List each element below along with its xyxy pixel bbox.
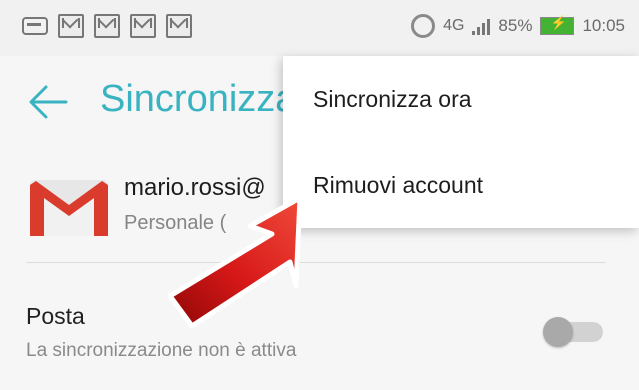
- toggle-thumb: [543, 317, 573, 347]
- gmail-notification-icon: [166, 14, 192, 38]
- menu-item-sync-now[interactable]: Sincronizza ora: [283, 56, 639, 142]
- annotation-arrow-icon: [167, 195, 303, 329]
- notification-icons: [22, 14, 192, 38]
- mail-sync-toggle[interactable]: [543, 314, 605, 348]
- voicemail-icon: [22, 17, 48, 35]
- network-type: 4G: [443, 17, 465, 34]
- page-title: Sincronizza: [100, 78, 297, 120]
- battery-percent: 85%: [498, 16, 533, 35]
- system-status: 4G 85% 10:05: [411, 14, 625, 38]
- gmail-notification-icon: [94, 14, 120, 38]
- back-arrow-icon[interactable]: [26, 82, 70, 122]
- overflow-menu: Sincronizza ora Rimuovi account: [283, 56, 639, 228]
- battery-icon: [540, 15, 575, 35]
- clock: 10:05: [582, 16, 625, 35]
- status-bar: 4G 85% 10:05: [0, 0, 639, 56]
- gmail-logo-icon: [30, 180, 108, 236]
- sync-status-icon: [411, 14, 436, 38]
- menu-item-remove-account[interactable]: Rimuovi account: [283, 142, 639, 228]
- sync-item-status: La sincronizzazione non è attiva: [26, 340, 297, 361]
- gmail-notification-icon: [58, 14, 84, 38]
- signal-icon: [472, 17, 491, 35]
- sync-item-label: Posta: [26, 303, 85, 329]
- gmail-notification-icon: [130, 14, 156, 38]
